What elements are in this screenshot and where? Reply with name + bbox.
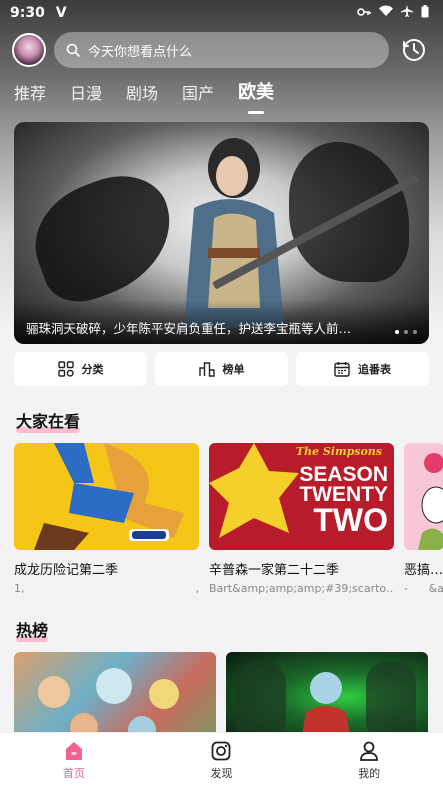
quick-actions: 分类 榜单 追番表 bbox=[14, 352, 429, 386]
card-subtitle: Bart&amp;amp;amp;#39;scarto… bbox=[209, 582, 394, 595]
nav-mine-label: 我的 bbox=[358, 767, 381, 780]
card-subtitle-left: - bbox=[404, 582, 408, 595]
hot-poster[interactable] bbox=[226, 652, 428, 742]
category-button[interactable]: 分类 bbox=[14, 352, 147, 386]
bottom-navigation: 首页 发现 我的 bbox=[0, 732, 443, 788]
poster-thumbnail bbox=[14, 443, 199, 550]
tab-western[interactable]: 欧美 bbox=[238, 78, 274, 114]
section-title-watching: 大家在看 bbox=[16, 408, 81, 433]
poster-thumbnail: The Simpsons SEASON TWENTY TWO bbox=[209, 443, 394, 550]
banner-caption: 骊珠洞天破碎，少年陈平安肩负重任，护送李宝瓶等人前… bbox=[14, 300, 429, 344]
ranking-button[interactable]: 榜单 bbox=[155, 352, 288, 386]
search-icon bbox=[66, 43, 80, 57]
tab-recommend[interactable]: 推荐 bbox=[14, 80, 46, 104]
status-bar: 9:30 V bbox=[0, 0, 443, 26]
battery-icon bbox=[421, 4, 429, 22]
camera-icon bbox=[212, 741, 231, 761]
wifi-icon bbox=[379, 5, 393, 21]
section-title-hot: 热榜 bbox=[16, 617, 49, 642]
schedule-button[interactable]: 追番表 bbox=[296, 352, 429, 386]
hero-banner[interactable]: 骊珠洞天破碎，少年陈平安肩负重任，护送李宝瓶等人前… bbox=[14, 122, 429, 344]
poster-text-line: SEASON bbox=[299, 463, 388, 486]
card-subtitle-right: , bbox=[195, 582, 200, 595]
category-tabs: 推荐 日漫 剧场 国产 欧美 bbox=[14, 78, 274, 114]
schedule-label: 追番表 bbox=[358, 363, 391, 376]
history-icon bbox=[403, 39, 425, 61]
card-subtitle-left: 1, bbox=[14, 582, 25, 595]
poster-logo: The Simpsons bbox=[295, 445, 382, 458]
list-item[interactable]: 成龙历险记第二季 1, , bbox=[14, 443, 199, 595]
nav-mine[interactable]: 我的 bbox=[329, 740, 409, 781]
list-item[interactable]: The Simpsons SEASON TWENTY TWO 辛普森一家第二十二… bbox=[209, 443, 394, 595]
nav-home[interactable]: 首页 bbox=[34, 740, 114, 781]
hot-poster[interactable] bbox=[14, 652, 216, 742]
poster-text-line: TWO bbox=[313, 501, 388, 538]
airplane-icon bbox=[401, 5, 413, 21]
tab-japanese-anime[interactable]: 日漫 bbox=[70, 80, 102, 104]
history-button[interactable] bbox=[397, 33, 431, 67]
card-subtitle: - &a bbox=[404, 582, 443, 595]
calendar-icon bbox=[334, 362, 350, 377]
avatar[interactable] bbox=[12, 33, 46, 67]
card-title: 成龙历险记第二季 bbox=[14, 563, 119, 578]
status-carrier: V bbox=[55, 5, 67, 21]
card-subtitle-right: &a bbox=[428, 582, 443, 595]
tab-theater[interactable]: 剧场 bbox=[126, 80, 158, 104]
pagination-dot[interactable] bbox=[404, 330, 408, 334]
top-header: 今天你想看点什么 bbox=[12, 31, 431, 69]
search-placeholder: 今天你想看点什么 bbox=[88, 44, 193, 60]
tab-domestic[interactable]: 国产 bbox=[182, 80, 214, 104]
card-title: 辛普森一家第二十二季 bbox=[209, 563, 340, 578]
podium-icon bbox=[198, 362, 215, 377]
nav-discover[interactable]: 发现 bbox=[181, 740, 261, 781]
card-subtitle-left: Bart&amp;amp;amp;#39;scarto… bbox=[209, 582, 394, 595]
ranking-label: 榜单 bbox=[222, 363, 245, 376]
key-icon bbox=[357, 5, 371, 21]
poster-thumbnail bbox=[404, 443, 443, 550]
card-title: 恶搞之家 bbox=[404, 563, 443, 578]
pagination-dot[interactable] bbox=[413, 330, 417, 334]
grid-icon bbox=[57, 361, 74, 377]
hot-list bbox=[14, 652, 443, 742]
banner-pagination bbox=[395, 330, 417, 334]
category-label: 分类 bbox=[81, 363, 104, 376]
pagination-dot[interactable] bbox=[395, 330, 399, 334]
search-bar[interactable]: 今天你想看点什么 bbox=[54, 32, 389, 68]
list-item[interactable]: 恶搞之家 - &a bbox=[404, 443, 443, 595]
card-subtitle: 1, , bbox=[14, 582, 199, 595]
nav-home-label: 首页 bbox=[62, 767, 85, 780]
watching-list: 成龙历险记第二季 1, , The Simpsons SEASON TWENTY… bbox=[14, 443, 443, 595]
status-time: 9:30 bbox=[10, 5, 45, 21]
home-icon bbox=[65, 742, 82, 760]
nav-discover-label: 发现 bbox=[210, 767, 233, 780]
user-icon bbox=[360, 741, 379, 761]
